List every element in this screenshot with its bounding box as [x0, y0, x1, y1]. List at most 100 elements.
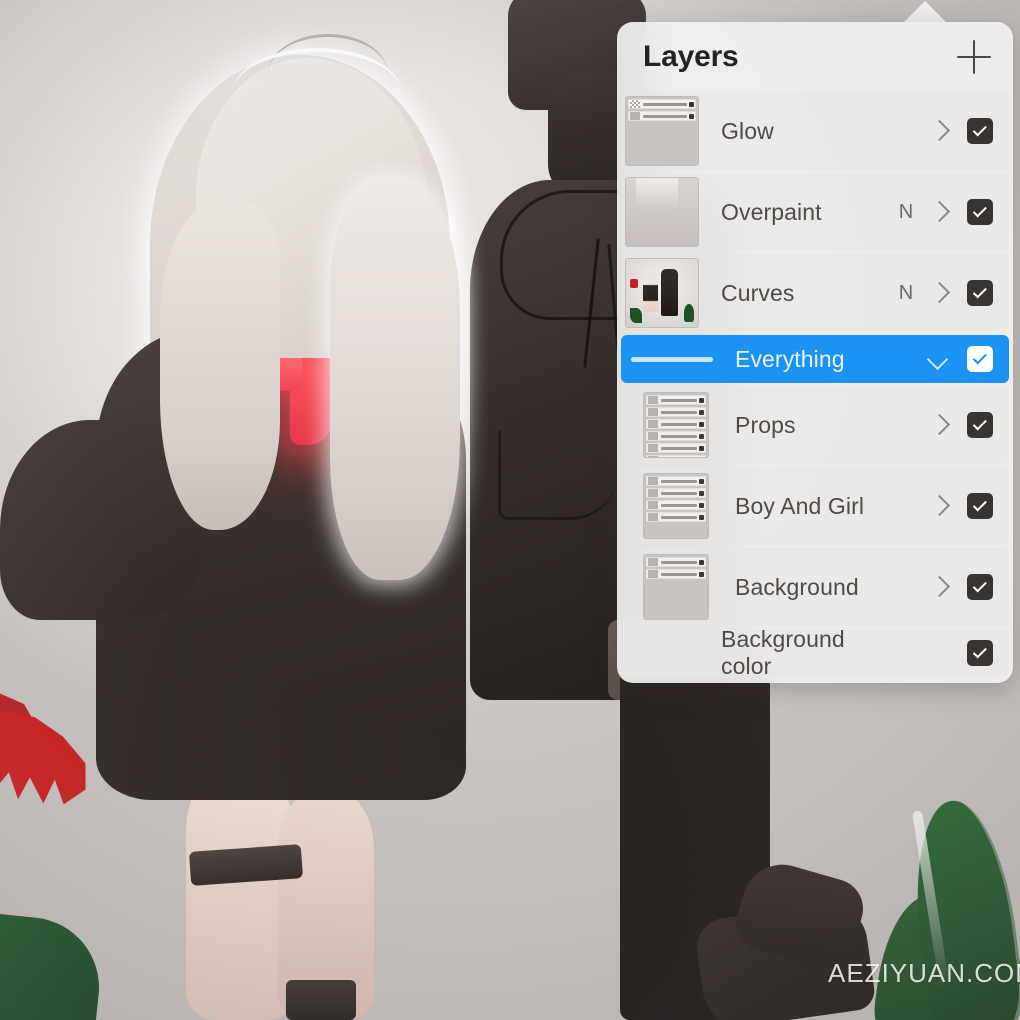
mini-layer-thumbnail — [648, 570, 658, 578]
mini-layer-visibility-icon — [699, 421, 704, 427]
thumb-girl — [643, 273, 658, 313]
layer-visibility-checkbox[interactable] — [967, 493, 993, 519]
watermark: AEZIYUAN.COM — [828, 958, 1020, 988]
mini-layer-row — [646, 431, 706, 441]
mini-layer-name — [661, 515, 697, 519]
layer-thumbnail[interactable] — [625, 96, 699, 166]
layer-row-background-color[interactable]: Background color — [621, 626, 1009, 679]
mini-layer-row — [646, 488, 706, 498]
layer-row-overpaint[interactable]: Overpaint N — [621, 173, 1009, 251]
mini-layer-visibility-icon — [699, 490, 704, 496]
layer-row-background[interactable]: Background — [639, 548, 1009, 626]
mini-layer-row — [646, 569, 706, 579]
layer-visibility-checkbox[interactable] — [967, 574, 993, 600]
layer-row-glow[interactable]: Glow — [621, 92, 1009, 170]
layer-name-label: Curves — [721, 279, 795, 306]
chevron-right-icon[interactable] — [925, 118, 951, 144]
chevron-right-icon[interactable] — [925, 493, 951, 519]
mini-layer-row — [628, 111, 696, 121]
mini-layer-thumbnail — [648, 420, 658, 428]
layer-name-label: Glow — [721, 117, 774, 144]
mini-layer-visibility-icon — [699, 502, 704, 508]
plus-icon[interactable] — [957, 40, 991, 74]
check-icon — [972, 202, 987, 217]
check-icon — [972, 121, 987, 136]
mini-layer-thumbnail — [630, 112, 640, 120]
mini-layer-name — [661, 434, 697, 438]
mini-layer-name — [661, 560, 697, 564]
layer-list[interactable]: Glow Overpaint N Curves N Everything Props Boy … — [617, 92, 1013, 679]
chevron-down-icon[interactable] — [925, 346, 951, 372]
layer-visibility-checkbox[interactable] — [967, 640, 993, 666]
layer-row-everything[interactable]: Everything — [621, 335, 1009, 383]
mini-layer-name — [661, 479, 697, 483]
layer-visibility-checkbox[interactable] — [967, 346, 993, 372]
layers-panel: Layers Glow Overpaint N Curves N Everything Pr… — [617, 22, 1013, 683]
check-icon — [972, 496, 987, 511]
layer-thumbnail-empty — [625, 618, 699, 683]
mini-layer-row — [646, 512, 706, 522]
mini-layer-thumbnail — [648, 408, 658, 416]
layer-row-curves[interactable]: Curves N — [621, 254, 1009, 332]
mini-layer-name — [661, 503, 697, 507]
screen: AEZIYUAN.COM Layers Glow Overpaint N Curves… — [0, 0, 1020, 1020]
layer-name-label: Props — [735, 411, 796, 438]
mini-layer-thumbnail — [648, 558, 658, 566]
mini-layer-name — [643, 114, 687, 118]
mini-layer-name — [643, 102, 687, 106]
layer-name-label: Overpaint — [721, 198, 822, 225]
chevron-right-icon[interactable] — [925, 574, 951, 600]
mini-layer-visibility-icon — [699, 458, 704, 459]
mini-layer-row — [646, 419, 706, 429]
mini-layer-row — [646, 557, 706, 567]
mini-layer-thumbnail — [648, 513, 658, 521]
check-icon — [972, 577, 987, 592]
layer-visibility-checkbox[interactable] — [967, 412, 993, 438]
layer-thumbnail[interactable] — [625, 258, 699, 328]
mini-layer-row — [646, 395, 706, 405]
layer-row-props[interactable]: Props — [639, 386, 1009, 464]
mini-layer-visibility-icon — [699, 445, 704, 451]
chevron-right-icon[interactable] — [925, 280, 951, 306]
mini-layer-name — [661, 446, 697, 450]
mini-layer-thumbnail — [648, 456, 658, 457]
mini-layer-list — [646, 395, 706, 459]
mini-layer-thumbnail — [648, 396, 658, 404]
layer-visibility-checkbox[interactable] — [967, 118, 993, 144]
layer-thumbnail[interactable] — [643, 554, 709, 620]
mini-layer-visibility-icon — [699, 409, 704, 415]
blend-mode-label[interactable]: N — [893, 201, 919, 224]
mini-layer-thumbnail — [648, 477, 658, 485]
page-title: Layers — [643, 40, 739, 73]
layer-thumbnail-gradient — [626, 178, 698, 246]
layer-thumbnail[interactable] — [643, 473, 709, 539]
layer-thumbnail-artwork — [626, 259, 698, 327]
mini-layer-thumbnail — [648, 489, 658, 497]
mini-layer-list — [646, 557, 706, 581]
chevron-right-icon[interactable] — [925, 199, 951, 225]
mini-layer-list — [628, 99, 696, 123]
thumb-leaf-red — [630, 279, 638, 288]
layer-visibility-checkbox[interactable] — [967, 280, 993, 306]
mini-layer-visibility-icon — [699, 397, 704, 403]
panel-header: Layers — [617, 22, 1013, 92]
layer-visibility-checkbox[interactable] — [967, 199, 993, 225]
mini-layer-row — [646, 407, 706, 417]
check-icon — [972, 643, 987, 658]
mini-layer-thumbnail — [648, 444, 658, 452]
mini-layer-name — [661, 410, 697, 414]
chevron-right-icon[interactable] — [925, 412, 951, 438]
mini-layer-row — [646, 443, 706, 453]
layer-thumbnail[interactable] — [625, 177, 699, 247]
thumb-boy — [660, 268, 678, 317]
check-icon — [972, 283, 987, 298]
mini-layer-visibility-icon — [699, 559, 704, 565]
blend-mode-label[interactable]: N — [893, 282, 919, 305]
thumb-leaf-left — [630, 307, 642, 323]
mini-layer-thumbnail — [648, 501, 658, 509]
layer-thumbnail[interactable] — [643, 392, 709, 458]
layer-thumbnail-bar — [631, 356, 713, 362]
layer-row-boy-and-girl[interactable]: Boy And Girl — [639, 467, 1009, 545]
thumb-leaf-right — [683, 303, 694, 322]
layer-name-label: Background color — [721, 626, 845, 679]
